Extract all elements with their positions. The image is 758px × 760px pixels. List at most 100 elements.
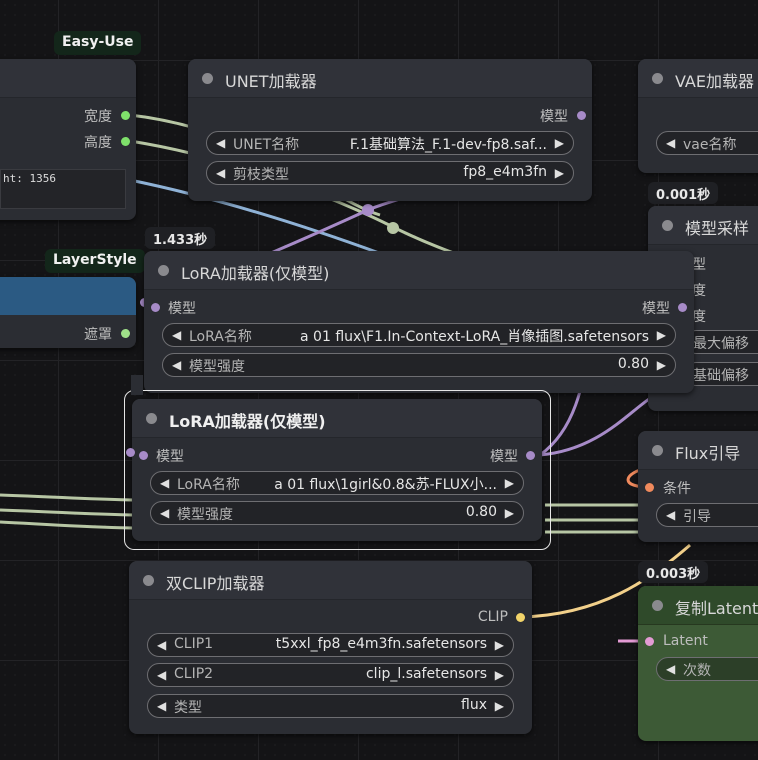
increment-arrow[interactable]: ▶ bbox=[505, 506, 514, 520]
clip-type-combo[interactable]: ◀ 类型 flux ▶ bbox=[147, 694, 514, 718]
lora-loader-node-1[interactable]: LoRA加载器(仅模型) 模型 模型 ◀ LoRA名称 a 01 flux\F1… bbox=[144, 251, 694, 393]
decrement-arrow[interactable]: ◀ bbox=[157, 638, 166, 652]
dual-clip-loader-node[interactable]: 双CLIP加载器 CLIP ◀ CLIP1 t5xxl_fp8_e4m3fn.s… bbox=[129, 561, 532, 734]
output-model-label: 模型 bbox=[642, 301, 670, 317]
increment-arrow[interactable]: ▶ bbox=[657, 328, 666, 342]
node-title: LoRA加载器(仅模型) bbox=[181, 264, 330, 283]
output-model-pin[interactable] bbox=[526, 451, 535, 460]
widget-label: LoRA名称 bbox=[189, 329, 252, 345]
output-clip-label: CLIP bbox=[477, 609, 508, 625]
clip1-combo[interactable]: ◀ CLIP1 t5xxl_fp8_e4m3fn.safetensors ▶ bbox=[147, 633, 514, 657]
widget-value: flux bbox=[461, 697, 487, 713]
vae-name-combo[interactable]: ◀ vae名称 bbox=[656, 131, 758, 155]
input-model-label: 模型 bbox=[156, 449, 184, 465]
execution-time-badge: 1.433秒 bbox=[145, 227, 216, 249]
group-title-easy-use[interactable]: Easy-Use bbox=[54, 31, 142, 55]
widget-value: F.1基础算法_F.1-dev-fp8.saf... bbox=[349, 137, 547, 153]
layerstyle-node[interactable]: 遮罩 bbox=[0, 277, 136, 348]
flux-guidance-node[interactable]: Flux引导 条件 ◀ 引导 bbox=[638, 431, 758, 542]
increment-arrow[interactable]: ▶ bbox=[555, 136, 564, 150]
output-model-pin[interactable] bbox=[577, 111, 586, 120]
unet-name-combo[interactable]: ◀ UNET名称 F.1基础算法_F.1-dev-fp8.saf... ▶ bbox=[206, 131, 574, 155]
output-clip-pin[interactable] bbox=[516, 613, 525, 622]
output-width-pin[interactable] bbox=[121, 111, 130, 120]
info-textbox[interactable]: ht: 1356 bbox=[0, 169, 126, 209]
decrement-arrow[interactable]: ◀ bbox=[157, 699, 166, 713]
model-strength-slider[interactable]: ◀ 模型强度 0.80 ▶ bbox=[162, 353, 676, 377]
collapse-dot[interactable] bbox=[652, 445, 663, 456]
output-model-label: 模型 bbox=[540, 109, 568, 125]
execution-time-badge: 0.003秒 bbox=[638, 561, 709, 583]
base-shift-widget[interactable]: 基础偏移 bbox=[684, 362, 758, 386]
collapse-dot[interactable] bbox=[652, 600, 663, 611]
decrement-arrow[interactable]: ◀ bbox=[157, 668, 166, 682]
repeat-latent-node[interactable]: 复制Latent Latent ◀ 次数 bbox=[638, 586, 758, 741]
decrement-arrow[interactable]: ◀ bbox=[666, 508, 675, 522]
lora2-left-reroute-pin[interactable] bbox=[126, 448, 135, 457]
increment-arrow[interactable]: ▶ bbox=[555, 166, 564, 180]
decrement-arrow[interactable]: ◀ bbox=[160, 476, 169, 490]
widget-label: CLIP1 bbox=[174, 636, 214, 652]
decrement-arrow[interactable]: ◀ bbox=[666, 662, 675, 676]
collapse-dot[interactable] bbox=[652, 73, 663, 84]
collapse-dot[interactable] bbox=[158, 265, 169, 276]
collapse-dot[interactable] bbox=[662, 220, 673, 231]
decrement-arrow[interactable]: ◀ bbox=[666, 136, 675, 150]
clip2-combo[interactable]: ◀ CLIP2 clip_l.safetensors ▶ bbox=[147, 663, 514, 687]
decrement-arrow[interactable]: ◀ bbox=[216, 136, 225, 150]
output-height-label: 高度 bbox=[84, 135, 112, 151]
max-shift-widget[interactable]: 最大偏移 bbox=[684, 330, 758, 354]
decrement-arrow[interactable]: ◀ bbox=[172, 328, 181, 342]
guidance-widget[interactable]: ◀ 引导 bbox=[656, 503, 758, 527]
lora-name-combo[interactable]: ◀ LoRA名称 a 01 flux\F1.In-Context-LoRA_肖像… bbox=[162, 323, 676, 347]
widget-label: 基础偏移 bbox=[693, 368, 749, 384]
sampler-row-2: 度 bbox=[692, 283, 706, 299]
widget-value: t5xxl_fp8_e4m3fn.safetensors bbox=[275, 636, 487, 652]
widget-value: fp8_e4m3fn bbox=[463, 164, 547, 180]
increment-arrow[interactable]: ▶ bbox=[495, 699, 504, 713]
output-mask-pin[interactable] bbox=[121, 329, 130, 338]
widget-label: 剪枝类型 bbox=[233, 167, 289, 183]
input-latent-pin[interactable] bbox=[645, 637, 654, 646]
node-title: UNET加载器 bbox=[225, 72, 317, 91]
output-height-pin[interactable] bbox=[121, 137, 130, 146]
lora-loader-node-2[interactable]: LoRA加载器(仅模型) 模型 模型 ◀ LoRA名称 a 01 flux\1g… bbox=[132, 399, 542, 541]
info-text: ht: 1356 bbox=[3, 172, 56, 185]
node-title: 模型采样 bbox=[685, 219, 750, 238]
vae-loader-node[interactable]: VAE加载器 ◀ vae名称 bbox=[638, 59, 758, 173]
model-strength-slider[interactable]: ◀ 模型强度 0.80 ▶ bbox=[150, 501, 524, 525]
layerstyle-header[interactable] bbox=[0, 277, 136, 315]
decrement-arrow[interactable]: ◀ bbox=[160, 506, 169, 520]
widget-label: CLIP2 bbox=[174, 666, 214, 682]
easy-image-size-node[interactable]: 宽度 高度 ht: 1356 bbox=[0, 59, 136, 220]
increment-arrow[interactable]: ▶ bbox=[505, 476, 514, 490]
output-model-pin[interactable] bbox=[678, 303, 687, 312]
input-model-pin[interactable] bbox=[151, 303, 160, 312]
increment-arrow[interactable]: ▶ bbox=[495, 638, 504, 652]
node-title: 复制Latent bbox=[675, 599, 758, 618]
widget-value: 0.80 bbox=[617, 356, 649, 372]
collapse-dot[interactable] bbox=[202, 73, 213, 84]
decrement-arrow[interactable]: ◀ bbox=[172, 358, 181, 372]
sampler-row-3: 度 bbox=[692, 309, 706, 325]
weight-dtype-combo[interactable]: ◀ 剪枝类型 fp8_e4m3fn ▶ bbox=[206, 161, 574, 185]
node-title: 双CLIP加载器 bbox=[166, 574, 265, 593]
lora-name-combo[interactable]: ◀ LoRA名称 a 01 flux\1girl&0.8&苏-FLUX小... … bbox=[150, 471, 524, 495]
decrement-arrow[interactable]: ◀ bbox=[216, 166, 225, 180]
widget-label: 模型强度 bbox=[177, 507, 233, 523]
node-title: LoRA加载器(仅模型) bbox=[169, 412, 326, 431]
amount-widget[interactable]: ◀ 次数 bbox=[656, 657, 758, 681]
unet-loader-node[interactable]: UNET加载器 模型 ◀ UNET名称 F.1基础算法_F.1-dev-fp8.… bbox=[188, 59, 592, 201]
input-conditioning-pin[interactable] bbox=[645, 483, 654, 492]
sampler-row-1: 型 bbox=[692, 257, 706, 273]
input-model-pin[interactable] bbox=[139, 451, 148, 460]
output-model-label: 模型 bbox=[490, 449, 518, 465]
increment-arrow[interactable]: ▶ bbox=[657, 358, 666, 372]
collapse-dot[interactable] bbox=[146, 413, 157, 424]
input-model-label: 模型 bbox=[168, 301, 196, 317]
node-header[interactable] bbox=[0, 59, 136, 98]
increment-arrow[interactable]: ▶ bbox=[495, 668, 504, 682]
node-title: Flux引导 bbox=[675, 444, 741, 463]
collapse-dot[interactable] bbox=[143, 575, 154, 586]
group-title-layerstyle[interactable]: LayerStyle bbox=[45, 249, 145, 273]
